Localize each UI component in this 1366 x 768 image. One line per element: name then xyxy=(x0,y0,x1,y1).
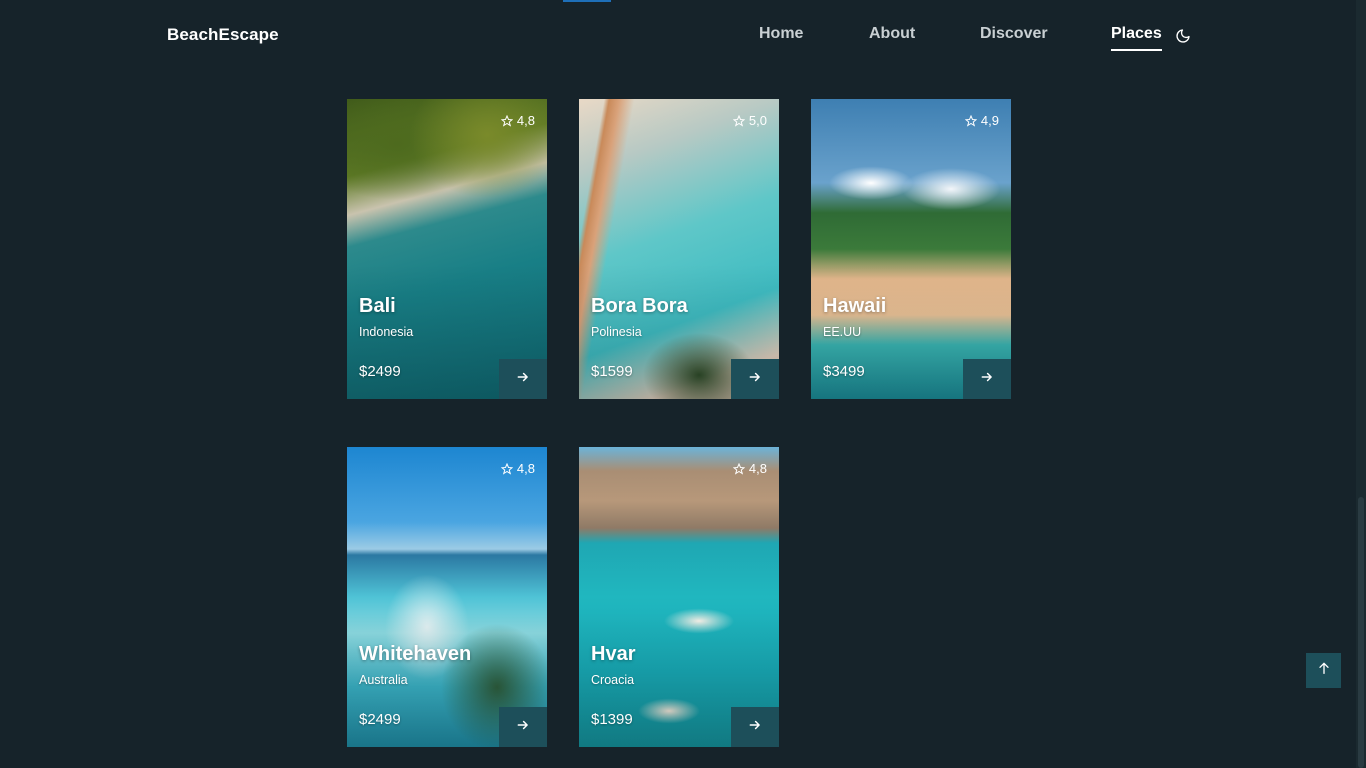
rating-value: 4,9 xyxy=(980,113,999,128)
star-icon xyxy=(964,114,977,127)
rating-value: 4,8 xyxy=(748,461,767,476)
place-card-whitehaven: 4,8 Whitehaven Australia $2499 xyxy=(347,447,547,747)
nav-about[interactable]: About xyxy=(869,25,915,43)
view-place-button[interactable] xyxy=(963,359,1011,399)
place-card-bora-bora: 5,0 Bora Bora Polinesia $1599 xyxy=(579,99,779,399)
place-name: Bora Bora xyxy=(591,295,688,317)
arrow-right-icon xyxy=(980,370,994,389)
moon-icon[interactable] xyxy=(1175,28,1191,44)
star-icon xyxy=(732,114,745,127)
place-price: $1599 xyxy=(591,363,633,380)
nav-places[interactable]: Places xyxy=(1111,25,1162,51)
place-name: Bali xyxy=(359,295,396,317)
place-price: $1399 xyxy=(591,711,633,728)
scroll-to-top-button[interactable] xyxy=(1306,653,1341,688)
view-place-button[interactable] xyxy=(499,707,547,747)
rating-value: 4,8 xyxy=(516,461,535,476)
place-country: Polinesia xyxy=(591,325,642,339)
place-card-hawaii: 4,9 Hawaii EE.UU $3499 xyxy=(811,99,1011,399)
site-header: BeachEscape Home About Discover Places xyxy=(0,0,1356,72)
view-place-button[interactable] xyxy=(731,707,779,747)
place-price: $2499 xyxy=(359,711,401,728)
place-country: Croacia xyxy=(591,673,635,687)
scrollbar-thumb[interactable] xyxy=(1358,497,1364,768)
view-place-button[interactable] xyxy=(731,359,779,399)
arrow-right-icon xyxy=(516,370,530,389)
place-card-hvar: 4,8 Hvar Croacia $1399 xyxy=(579,447,779,747)
page-scrollbar[interactable] xyxy=(1356,0,1366,768)
place-country: EE.UU xyxy=(823,325,862,339)
brand-logo[interactable]: BeachEscape xyxy=(167,25,279,45)
place-name: Hawaii xyxy=(823,295,887,317)
nav-discover[interactable]: Discover xyxy=(980,25,1048,43)
place-price: $2499 xyxy=(359,363,401,380)
rating: 4,8 xyxy=(500,113,535,128)
place-name: Hvar xyxy=(591,643,636,665)
place-price: $3499 xyxy=(823,363,865,380)
arrow-right-icon xyxy=(748,718,762,737)
rating: 4,9 xyxy=(964,113,999,128)
rating: 4,8 xyxy=(500,461,535,476)
star-icon xyxy=(500,114,513,127)
rating-value: 4,8 xyxy=(516,113,535,128)
star-icon xyxy=(732,462,745,475)
place-name: Whitehaven xyxy=(359,643,472,665)
nav-home[interactable]: Home xyxy=(759,25,803,43)
star-icon xyxy=(500,462,513,475)
rating-value: 5,0 xyxy=(748,113,767,128)
rating: 4,8 xyxy=(732,461,767,476)
place-country: Indonesia xyxy=(359,325,414,339)
rating: 5,0 xyxy=(732,113,767,128)
arrow-right-icon xyxy=(516,718,530,737)
arrow-right-icon xyxy=(748,370,762,389)
place-card-bali: 4,8 Bali Indonesia $2499 xyxy=(347,99,547,399)
view-place-button[interactable] xyxy=(499,359,547,399)
place-country: Australia xyxy=(359,673,408,687)
arrow-up-icon xyxy=(1316,660,1332,681)
